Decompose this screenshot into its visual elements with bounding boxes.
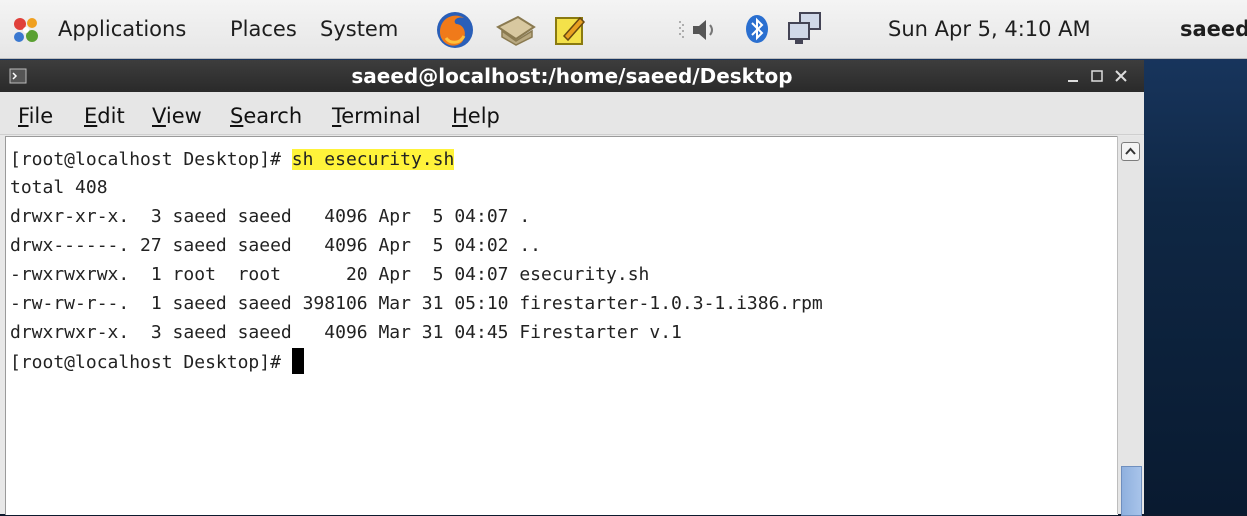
network-icon[interactable] (786, 11, 824, 47)
notes-icon[interactable] (552, 12, 588, 48)
command-line: [root@localhost Desktop]# sh esecurity.s… (10, 149, 455, 170)
menu-view[interactable]: View (152, 92, 202, 134)
prompt-line: [root@localhost Desktop]# (10, 348, 304, 376)
output-line: -rw-rw-r--. 1 saeed saeed 398106 Mar 31 … (10, 293, 823, 314)
chevron-up-icon (1125, 147, 1136, 155)
terminal-output[interactable]: [root@localhost Desktop]# sh esecurity.s… (5, 136, 1118, 515)
applications-menu[interactable]: Applications (58, 0, 186, 58)
scrollbar-thumb[interactable] (1121, 466, 1142, 516)
system-menu[interactable]: System (320, 0, 398, 58)
output-line: drwx------. 27 saeed saeed 4096 Apr 5 04… (10, 235, 542, 256)
terminal-window: saeed@localhost:/home/saeed/Desktop File… (0, 60, 1144, 516)
places-menu[interactable]: Places (230, 0, 297, 58)
menu-edit[interactable]: Edit (84, 92, 125, 134)
minimize-icon[interactable] (1066, 70, 1080, 84)
window-title: saeed@localhost:/home/saeed/Desktop (351, 64, 793, 88)
clock[interactable]: Sun Apr 5, 4:10 AM (888, 0, 1091, 58)
output-line: drwxr-xr-x. 3 saeed saeed 4096 Apr 5 04:… (10, 206, 531, 227)
menu-bar: File Edit View Search Terminal Help (0, 92, 1144, 135)
output-line: drwxrwxr-x. 3 saeed saeed 4096 Mar 31 04… (10, 322, 682, 343)
scroll-up-button[interactable] (1121, 142, 1140, 161)
firefox-icon[interactable] (434, 10, 476, 50)
evolution-mail-icon[interactable] (494, 13, 538, 47)
volume-icon[interactable] (690, 17, 720, 43)
top-panel: Applications Places System Sun Apr 5, 4:… (0, 0, 1247, 59)
output-line: total 408 (10, 177, 108, 198)
window-titlebar[interactable]: saeed@localhost:/home/saeed/Desktop (0, 60, 1144, 92)
bluetooth-icon[interactable] (744, 13, 770, 45)
output-line: -rwxrwxrwx. 1 root root 20 Apr 5 04:07 e… (10, 264, 650, 285)
menu-file[interactable]: File (18, 92, 53, 134)
gnome-foot-icon[interactable] (10, 14, 44, 46)
user-menu[interactable]: saeed (1180, 0, 1247, 58)
menu-terminal[interactable]: Terminal (332, 92, 421, 134)
scrollbar[interactable] (1117, 136, 1143, 516)
panel-separator (679, 21, 684, 38)
menu-help[interactable]: Help (452, 92, 500, 134)
menu-search[interactable]: Search (230, 92, 302, 134)
close-icon[interactable] (1114, 69, 1128, 83)
maximize-icon[interactable] (1090, 69, 1104, 83)
highlighted-command: sh esecurity.sh (291, 149, 455, 170)
text-cursor (291, 348, 304, 374)
